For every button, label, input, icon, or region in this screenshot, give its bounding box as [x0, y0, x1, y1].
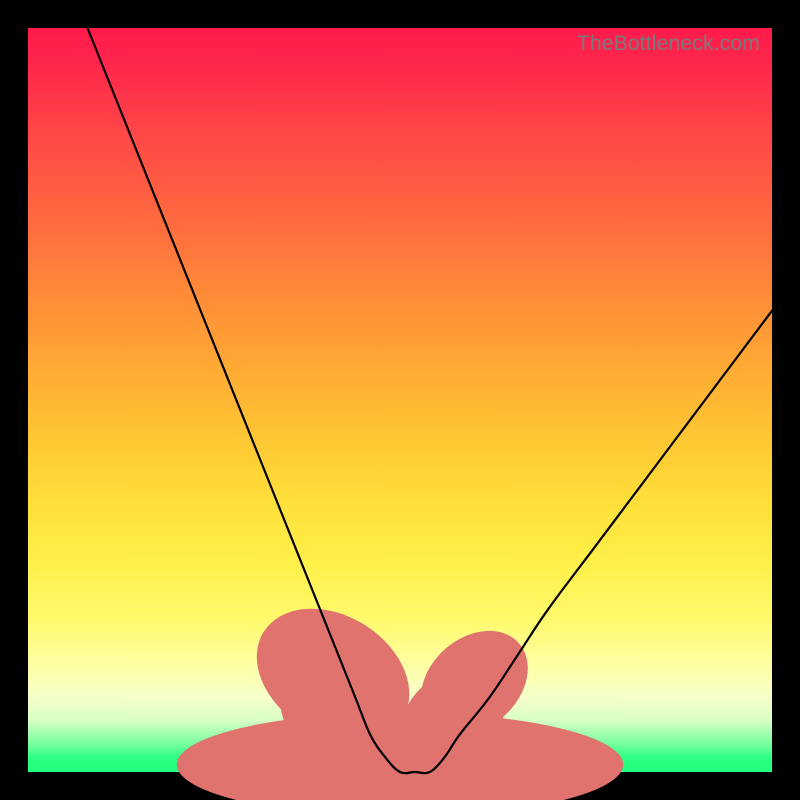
bottleneck-curve [88, 28, 772, 773]
plot-area: TheBottleneck.com [28, 28, 772, 772]
chart-frame: TheBottleneck.com [0, 0, 800, 800]
bead-markers [177, 581, 623, 800]
bead-bar [177, 712, 623, 800]
chart-overlay [28, 28, 772, 772]
